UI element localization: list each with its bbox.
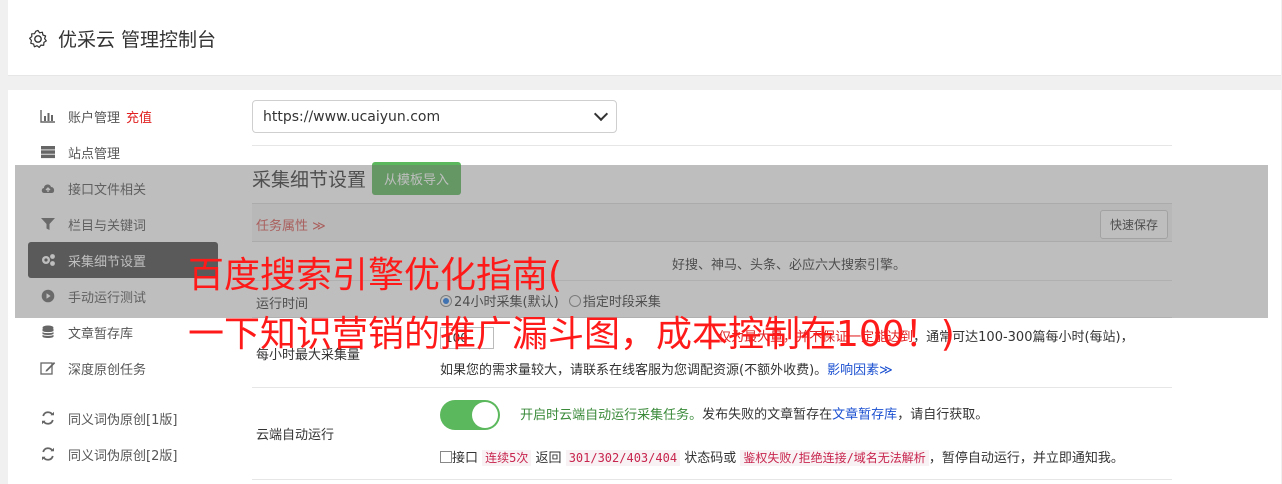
site-select[interactable]: https://www.ucaiyun.com [252, 100, 617, 133]
app-title: 优采云 管理控制台 [28, 25, 216, 52]
divider [252, 145, 1172, 146]
sidebar-item-label: 同义词伪原创[1版] [68, 412, 178, 428]
refresh-icon [40, 410, 56, 426]
header-bar: 优采云 管理控制台 [8, 0, 1281, 76]
table-row: 云端自动运行 开启时云端自动运行采集任务。发布失败的文章暂存在文章暂存库，请自行… [252, 388, 1172, 480]
max-note-line2: 如果您的需求量较大，请联系在线客服为您调配资源(不额外收费)。 [440, 363, 828, 378]
sidebar-divider [28, 386, 218, 400]
c1: 接口 [452, 451, 479, 466]
app-title-text: 优采云 管理控制台 [58, 29, 217, 51]
cloud-auto-green: 开启时云端自动运行采集任务。 [520, 407, 703, 423]
c6: 鉴权失败/拒绝连接/域名无法解析 [740, 450, 929, 466]
sidebar-item-label: 站点管理 [68, 146, 121, 162]
sidebar-item-label: 账户管理 [68, 110, 121, 126]
gear-icon [29, 29, 47, 48]
sidebar-item-account[interactable]: 账户管理 充值 [28, 98, 218, 134]
cloud-auto-line1: 开启时云端自动运行采集任务。发布失败的文章暂存在文章暂存库，请自行获取。 [440, 400, 988, 430]
cloud-auto-label: 云端自动运行 [256, 428, 335, 443]
refresh-icon [40, 446, 56, 462]
sidebar-item-synonym-v1[interactable]: 同义词伪原创[1版] [28, 400, 218, 436]
max-per-hour-line2: 如果您的需求量较大，请联系在线客服为您调配资源(不额外收费)。影响因素≫ [440, 359, 893, 378]
c5: 状态码或 [684, 451, 737, 466]
notify-checkbox[interactable] [440, 451, 452, 463]
database-icon [40, 324, 56, 340]
c3: 返回 [535, 451, 562, 466]
edit-icon [40, 360, 56, 376]
cloud-auto-toggle[interactable] [440, 400, 500, 430]
site-select-value: https://www.ucaiyun.com [263, 108, 441, 125]
overlay-title-line1: 百度搜索引擎优化指南( [188, 255, 563, 296]
sidebar-item-label: 文章暂存库 [68, 326, 134, 342]
cloud-auto-line2: 接口 连续5次 返回 301/302/403/404 状态码或 鉴权失败/拒绝连… [440, 447, 1124, 466]
influence-factors-link[interactable]: 影响因素≫ [827, 363, 893, 378]
c7: ，暂停自动运行，并立即通知我。 [928, 451, 1124, 466]
c2: 连续5次 [482, 450, 532, 466]
cloud-auto-text1: 发布失败的文章暂存在 [702, 407, 833, 423]
sidebar-item-synonym-v2[interactable]: 同义词伪原创[2版] [28, 436, 218, 472]
chevron-down-icon [593, 106, 609, 122]
main-panel: https://www.ucaiyun.com 采集细节设置 从模板导入 任务属… [252, 100, 1172, 480]
sidebar-item-label: 深度原创任务 [68, 362, 147, 378]
bar-chart-icon [40, 108, 56, 124]
recharge-link[interactable]: 充值 [126, 107, 152, 126]
c4: 301/302/403/404 [565, 450, 681, 466]
article-store-link[interactable]: 文章暂存库 [832, 408, 897, 423]
server-icon [40, 144, 56, 160]
cloud-auto-text1-tail: ，请自行获取。 [897, 407, 989, 423]
sidebar-item-label: 同义词伪原创[2版] [68, 448, 178, 464]
overlay-title-line2: 一下知识营销的推广漏斗图，成本控制在100！) [188, 314, 955, 355]
